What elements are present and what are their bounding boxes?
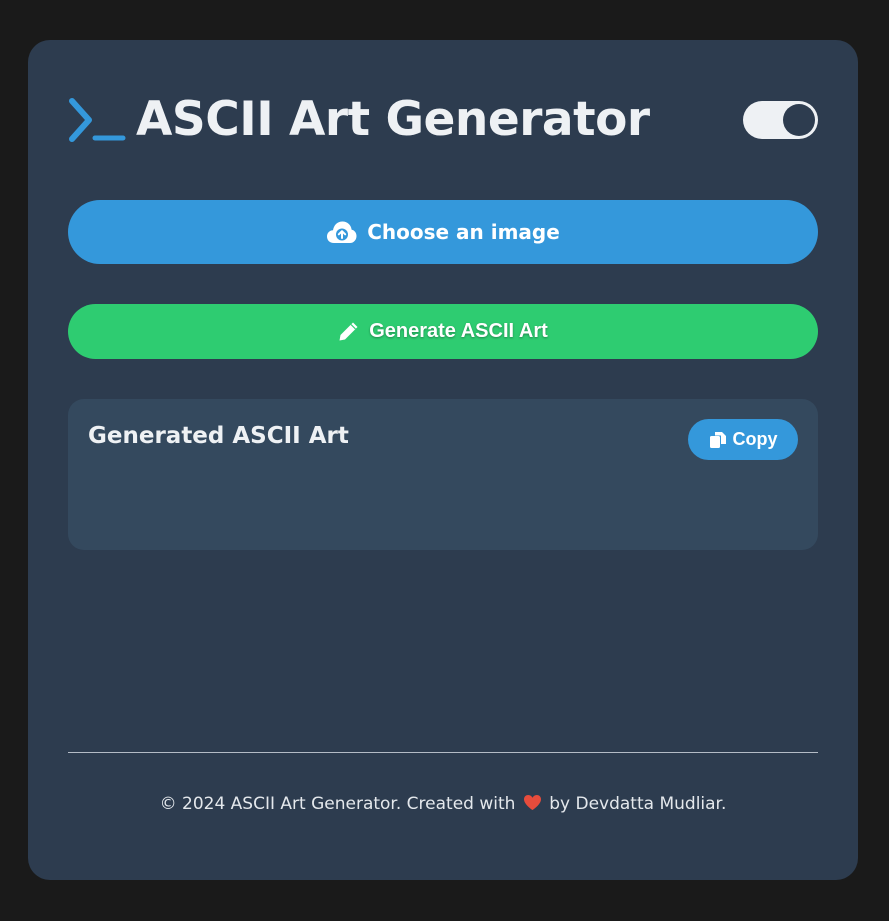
choose-image-button[interactable]: Choose an image xyxy=(68,200,818,264)
header: ASCII Art Generator xyxy=(68,95,818,145)
theme-toggle[interactable] xyxy=(743,101,818,139)
cloud-upload-icon xyxy=(326,220,357,244)
footer-text-before: © 2024 ASCII Art Generator. Created with xyxy=(159,794,516,814)
footer: © 2024 ASCII Art Generator. Created with… xyxy=(28,794,858,816)
copy-button[interactable]: Copy xyxy=(688,419,798,460)
generate-ascii-button[interactable]: Generate ASCII Art xyxy=(68,304,818,359)
copy-icon xyxy=(709,431,727,449)
choose-image-label: Choose an image xyxy=(367,220,560,244)
toggle-knob xyxy=(783,104,815,136)
output-title: Generated ASCII Art xyxy=(88,423,349,449)
page-title: ASCII Art Generator xyxy=(136,92,650,147)
terminal-prompt-icon xyxy=(68,98,126,142)
app-card: ASCII Art Generator Choose an image Gene… xyxy=(28,40,858,880)
pencil-icon xyxy=(338,321,359,342)
footer-text-after: by Devdatta Mudliar. xyxy=(549,794,727,814)
copy-label: Copy xyxy=(732,429,778,449)
heart-icon xyxy=(523,794,542,816)
footer-divider xyxy=(68,752,818,753)
ascii-output xyxy=(88,469,798,529)
generate-ascii-label: Generate ASCII Art xyxy=(369,320,548,342)
output-panel: Generated ASCII Art Copy xyxy=(68,399,818,550)
